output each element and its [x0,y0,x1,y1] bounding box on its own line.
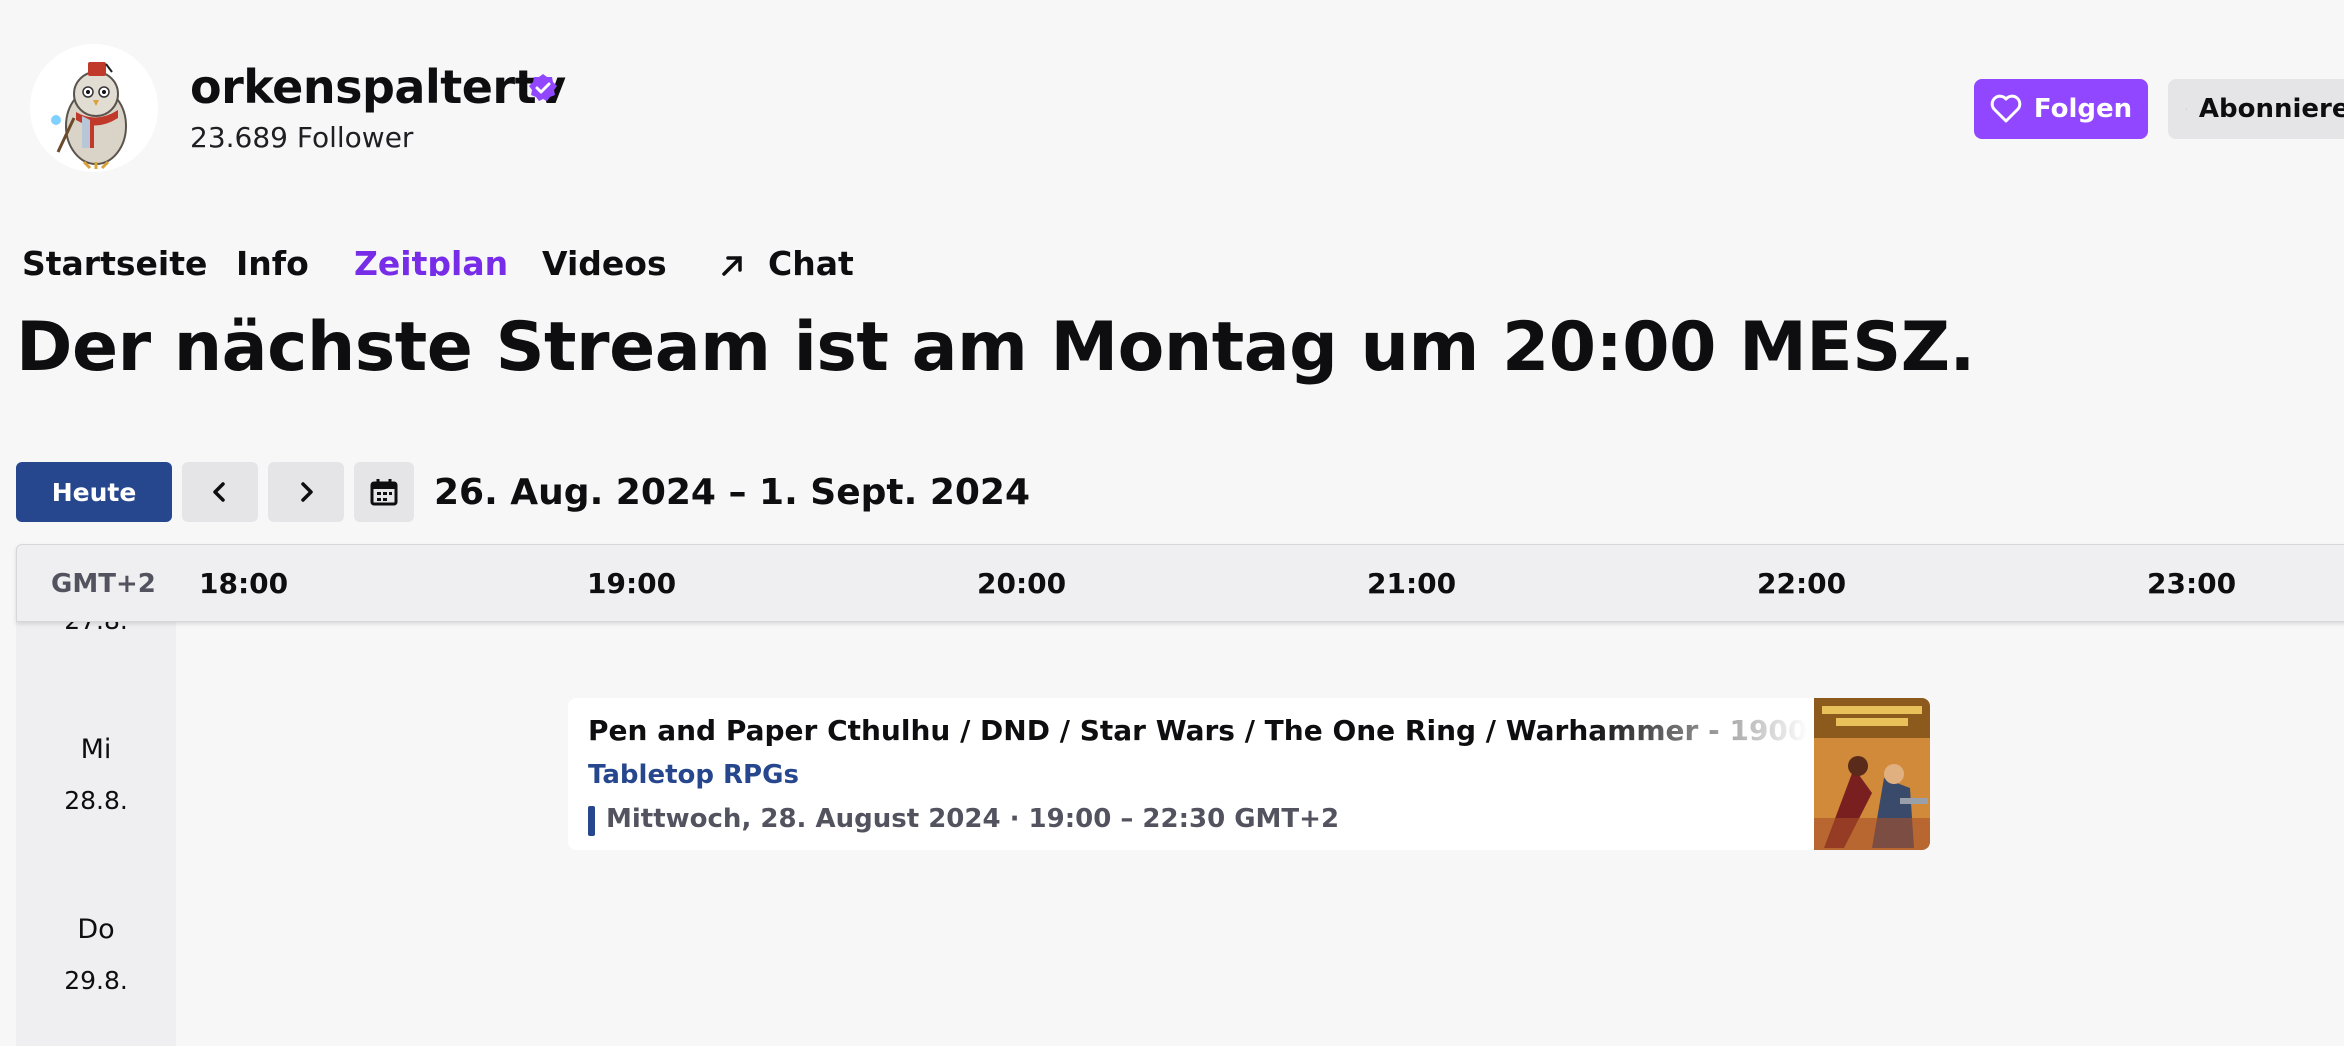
follower-count: 23.689 Follower [190,121,414,154]
subscribe-button[interactable]: Abonnieren [2168,79,2344,139]
hour-label: 18:00 [199,567,289,600]
tab-chat[interactable]: Chat [768,244,854,276]
calendar-picker-button[interactable] [354,462,414,522]
timeline-header: GMT+2 18:00 19:00 20:00 21:00 22:00 23:0… [16,544,2344,622]
event-thumbnail [1814,698,1930,850]
date-range-label: 26. Aug. 2024 – 1. Sept. 2024 [434,472,1031,513]
event-time: Mittwoch, 28. August 2024 · 19:00 – 22:3… [606,804,1340,834]
heart-icon [1990,94,2022,123]
calendar-icon [370,479,398,506]
chevron-right-icon [301,482,313,502]
tab-startseite[interactable]: Startseite [22,244,207,276]
hour-label: 21:00 [1367,567,1457,600]
day-date-28: 28.8. [64,786,128,815]
previous-week-button[interactable] [182,462,258,522]
event-category[interactable]: Tabletop RPGs [588,760,799,790]
schedule-event-card[interactable]: Pen and Paper Cthulhu / DND / Star Wars … [568,698,1930,850]
today-button[interactable]: Heute [16,462,172,522]
channel-name[interactable]: orkenspaltertv [190,60,566,114]
tab-zeitplan[interactable]: Zeitplan [354,244,508,276]
day-date-29: 29.8. [64,966,128,995]
follow-button-label: Folgen [2033,94,2133,124]
owl-avatar-icon [30,44,158,172]
next-week-button[interactable] [268,462,344,522]
hour-label: 23:00 [2147,567,2237,600]
verified-badge-icon [529,74,557,101]
channel-tabs: Startseite Info Zeitplan Videos Chat [0,236,2344,276]
event-title: Pen and Paper Cthulhu / DND / Star Wars … [588,714,1808,747]
day-column: 27.8. Mi 28.8. Do 29.8. [16,622,176,1046]
hour-label: 19:00 [587,567,677,600]
star-icon [2186,108,2187,110]
external-arrow-icon [722,256,742,276]
event-category-color-bar [588,806,595,836]
timezone-label: GMT+2 [51,569,156,599]
tab-info[interactable]: Info [236,244,309,276]
day-weekday-mi: Mi [80,734,112,765]
hour-label: 20:00 [977,567,1067,600]
follow-button[interactable]: Folgen [1974,79,2148,139]
tab-videos[interactable]: Videos [542,244,667,276]
subscribe-button-label: Abonnieren [2198,94,2344,124]
next-stream-headline: Der nächste Stream ist am Montag um 20:0… [16,308,1975,387]
category-boxart-image [1814,698,1930,850]
day-weekday-do: Do [77,914,115,945]
hour-label: 22:00 [1757,567,1847,600]
chevron-left-icon [213,482,225,502]
channel-avatar[interactable] [30,44,158,172]
